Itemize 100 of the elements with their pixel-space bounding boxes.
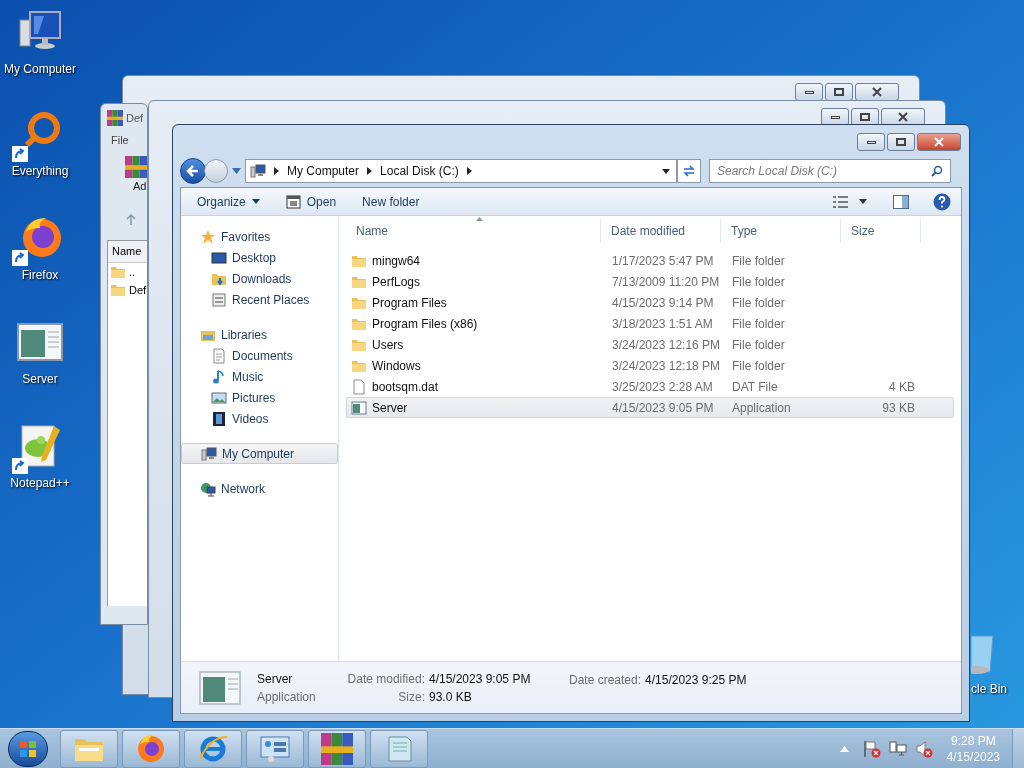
file-icon xyxy=(351,378,367,395)
desktop-icon-label[interactable]: Firefox xyxy=(21,266,59,284)
taskbar-button[interactable] xyxy=(60,729,118,768)
address-bar[interactable]: My Computer Local Disk (C:) xyxy=(245,159,677,183)
file-row[interactable]: mingw64 1/17/2023 5:47 PM File folder xyxy=(346,250,954,271)
column-header[interactable]: Name xyxy=(108,241,147,263)
up-arrow-icon xyxy=(125,214,137,226)
navigation-item[interactable]: Libraries xyxy=(181,324,338,345)
file-type: File folder xyxy=(731,294,786,312)
desktop-icon-label[interactable]: My Computer xyxy=(4,60,76,78)
file-type: Application xyxy=(257,688,317,706)
windows-logo-icon xyxy=(19,739,37,758)
file-name[interactable]: Def xyxy=(129,281,147,299)
navigation-item[interactable]: Desktop xyxy=(181,247,338,268)
navigation-item[interactable]: Documents xyxy=(181,345,338,366)
network-icon[interactable] xyxy=(888,739,907,758)
film-icon xyxy=(211,410,227,427)
navigation-item[interactable]: Pictures xyxy=(181,387,338,408)
taskbar-button[interactable] xyxy=(246,729,304,768)
folder-icon xyxy=(110,264,126,280)
monitor-icon xyxy=(211,249,227,266)
taskbar-button[interactable] xyxy=(308,729,366,768)
navigation-item[interactable]: Network xyxy=(181,478,338,499)
column-header[interactable]: Date modified xyxy=(601,218,721,243)
property-value: 4/15/2023 9:05 PM xyxy=(428,670,532,688)
taskbar-button[interactable] xyxy=(122,729,180,768)
maximize-button[interactable] xyxy=(887,133,915,151)
column-header[interactable]: Name xyxy=(346,218,601,243)
search-icon xyxy=(931,165,943,177)
window-icon xyxy=(351,399,367,416)
file-row[interactable]: Program Files 4/15/2023 9:14 PM File folder xyxy=(346,292,954,313)
navigation-item[interactable]: Videos xyxy=(181,408,338,429)
file-row[interactable]: Server 4/15/2023 9:05 PM Application 93 KB xyxy=(346,397,954,418)
file-type: File folder xyxy=(731,357,786,375)
breadcrumb[interactable]: My Computer xyxy=(287,162,360,180)
start-button[interactable] xyxy=(8,730,48,767)
volume-muted-icon[interactable] xyxy=(914,739,933,758)
help-icon[interactable] xyxy=(933,192,951,211)
search-field[interactable]: Search Local Disk (C:) xyxy=(709,159,951,183)
navigation-item[interactable]: Music xyxy=(181,366,338,387)
music-note-icon xyxy=(211,368,227,385)
file-type: File folder xyxy=(731,336,786,354)
property-label: Date created: xyxy=(569,672,642,689)
file-name: mingw64 xyxy=(372,252,421,270)
file-name: Users xyxy=(372,336,404,354)
desktop-icon-label[interactable]: Notepad++ xyxy=(10,474,70,492)
landscape-picture-icon xyxy=(211,389,227,406)
close-icon xyxy=(898,112,908,122)
file-type: File folder xyxy=(731,252,786,270)
refresh-button[interactable] xyxy=(677,159,701,183)
dropdown-caret-icon xyxy=(859,199,867,204)
archive-books-icon xyxy=(107,110,123,126)
file-row[interactable]: bootsqm.dat 3/25/2023 2:28 AM DAT File 4 KB xyxy=(346,376,954,397)
date-modified: 7/13/2009 11:20 PM xyxy=(611,273,721,291)
close-icon xyxy=(934,137,944,147)
navigation-item[interactable]: My Computer xyxy=(181,443,338,464)
minimize-button[interactable] xyxy=(857,133,885,151)
sort-arrow-icon xyxy=(476,217,483,221)
network-icon xyxy=(200,480,216,497)
breadcrumb-arrow-icon xyxy=(274,167,279,175)
preview-pane-icon[interactable] xyxy=(893,194,909,209)
toolbar-button[interactable]: Open xyxy=(279,190,343,213)
back-button[interactable] xyxy=(180,158,206,184)
flag-error-icon[interactable] xyxy=(862,739,881,758)
file-name[interactable]: .. xyxy=(129,263,136,281)
date-modified: 1/17/2023 5:47 PM xyxy=(611,252,715,270)
navigation-item[interactable]: Favorites xyxy=(181,226,338,247)
file-row[interactable]: Program Files (x86) 3/18/2023 1:51 AM File folder xyxy=(346,313,954,334)
taskbar-button[interactable] xyxy=(184,729,242,768)
star-icon xyxy=(200,228,216,245)
navigation-item[interactable]: Recent Places xyxy=(181,289,338,310)
dropdown-caret-icon[interactable] xyxy=(662,168,670,174)
close-icon xyxy=(872,87,882,97)
file-row[interactable]: PerfLogs 7/13/2009 11:20 PM File folder xyxy=(346,271,954,292)
file-name: bootsqm.dat xyxy=(372,378,439,396)
fox-globe-icon xyxy=(135,732,167,765)
file-name: Program Files (x86) xyxy=(372,315,478,333)
menu-item[interactable]: File xyxy=(107,132,133,150)
close-button[interactable] xyxy=(917,133,961,151)
file-type: DAT File xyxy=(731,378,779,396)
maximize-button[interactable] xyxy=(825,83,853,101)
file-row[interactable]: Windows 3/24/2023 12:18 PM File folder xyxy=(346,355,954,376)
toolbar-button[interactable]: Organize xyxy=(191,190,266,213)
column-header[interactable]: Type xyxy=(721,218,841,243)
desktop-icon-label[interactable]: Server xyxy=(22,370,58,388)
toolbar-button[interactable]: Ad xyxy=(133,178,147,195)
column-header[interactable]: Size xyxy=(841,218,921,243)
property-label: Size: xyxy=(397,688,425,706)
breadcrumb[interactable]: Local Disk (C:) xyxy=(380,162,459,180)
close-button[interactable] xyxy=(855,83,899,101)
file-name: Server xyxy=(372,399,408,417)
navigation-item[interactable]: Downloads xyxy=(181,268,338,289)
file-row[interactable]: Users 3/24/2023 12:16 PM File folder xyxy=(346,334,954,355)
window-icon xyxy=(285,194,301,209)
view-list-icon xyxy=(833,195,849,208)
date-modified: 3/18/2023 1:51 AM xyxy=(611,315,714,333)
file-size: 93 KB xyxy=(882,399,915,417)
minimize-button[interactable] xyxy=(795,83,823,101)
toolbar-button[interactable]: New folder xyxy=(356,190,426,213)
desktop-icon-label[interactable]: Everything xyxy=(11,162,69,180)
